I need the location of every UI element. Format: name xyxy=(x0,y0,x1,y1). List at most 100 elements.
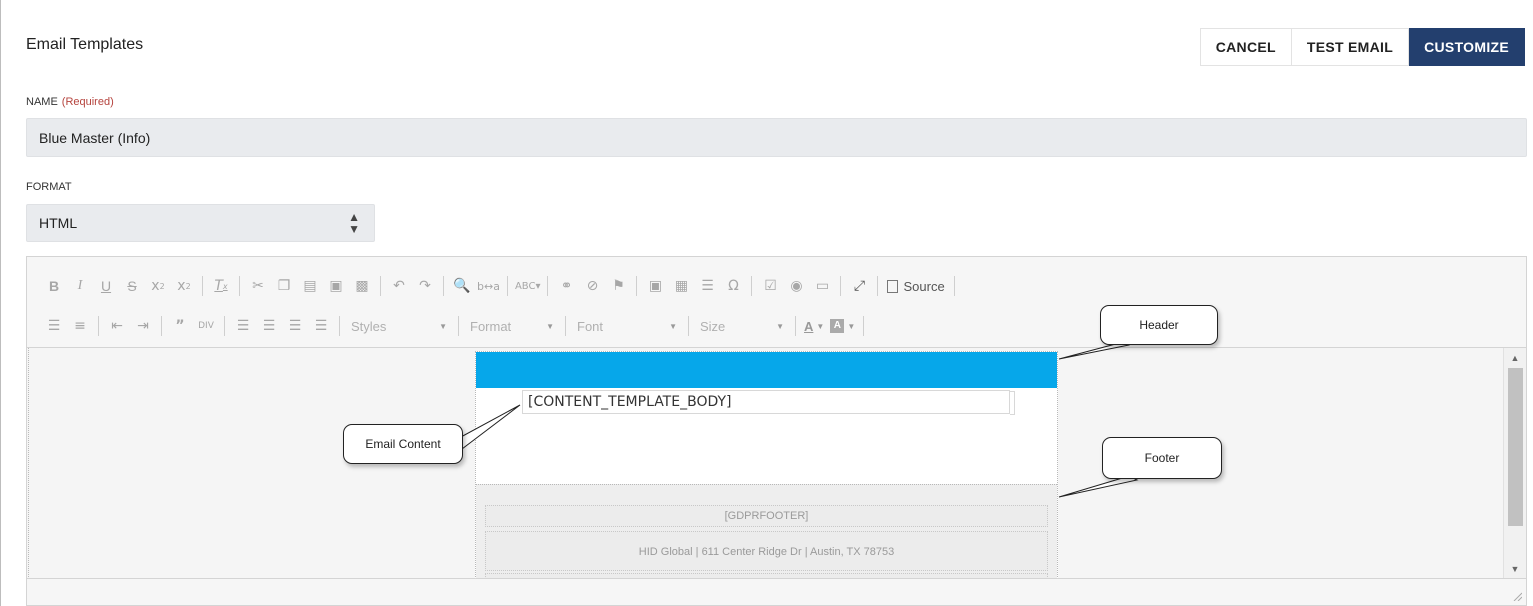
toolbar-separator xyxy=(751,276,753,296)
styles-dropdown[interactable]: Styles ▼ xyxy=(345,315,453,337)
sort-arrows-icon: ▲ ▼ xyxy=(348,210,360,236)
editor-content-area[interactable]: [CONTENT_TEMPLATE_BODY] [GDPRFOOTER] HID… xyxy=(27,347,1526,579)
email-header-bar[interactable] xyxy=(476,352,1057,388)
dropdown-arrow-icon: ▼ xyxy=(776,321,784,331)
format-select[interactable]: HTML ▲ ▼ xyxy=(26,204,375,242)
name-label-text: NAME xyxy=(26,96,58,108)
align-center-icon[interactable]: ☰ xyxy=(258,315,280,337)
font-dropdown[interactable]: Font ▼ xyxy=(571,315,683,337)
paste-icon[interactable]: ▤ xyxy=(299,275,321,297)
background-color-icon: A xyxy=(830,319,845,333)
name-label: NAME (Required) xyxy=(26,96,114,108)
cancel-button[interactable]: CANCEL xyxy=(1199,28,1292,66)
copy-icon[interactable]: ❐ xyxy=(273,275,295,297)
toolbar-separator xyxy=(840,276,842,296)
unlink-icon[interactable]: ⊘ xyxy=(581,275,603,297)
page-title: Email Templates xyxy=(26,36,144,53)
toolbar-separator xyxy=(565,316,566,336)
toolbar-separator xyxy=(224,316,225,336)
scroll-thumb[interactable] xyxy=(1508,368,1523,526)
footer-callout: Footer xyxy=(1102,437,1222,479)
toolbar-separator xyxy=(795,316,796,336)
resize-grip-icon[interactable] xyxy=(1512,591,1522,601)
background-color-button[interactable]: A ▼ xyxy=(830,319,855,333)
bold-icon[interactable]: B xyxy=(43,275,65,297)
maximize-icon[interactable]: ⤢ xyxy=(848,275,870,297)
anchor-icon[interactable]: ⚑ xyxy=(607,275,629,297)
undo-icon[interactable]: ↶ xyxy=(388,275,410,297)
toolbar-separator xyxy=(688,316,689,336)
numbered-list-icon[interactable]: ☰ xyxy=(43,315,65,337)
dropdown-arrow-icon: ▼ xyxy=(847,321,856,331)
toolbar-separator xyxy=(98,316,99,336)
paste-word-icon[interactable]: ▩ xyxy=(351,275,373,297)
name-input-value: Blue Master (Info) xyxy=(39,129,151,146)
required-indicator: (Required) xyxy=(61,96,114,108)
cut-icon[interactable]: ✂ xyxy=(247,275,269,297)
outdent-icon[interactable]: ⇤ xyxy=(106,315,128,337)
dropdown-arrow-icon: ▼ xyxy=(546,321,554,331)
remove-format-icon[interactable]: Tx xyxy=(210,275,232,297)
bulleted-list-icon[interactable]: ≡ xyxy=(69,315,91,337)
styles-dropdown-label: Styles xyxy=(351,318,387,334)
toolbar-separator xyxy=(953,276,955,296)
editor-status-bar xyxy=(27,578,1526,605)
text-color-button[interactable]: A ▼ xyxy=(804,319,824,334)
radio-icon[interactable]: ◉ xyxy=(785,275,807,297)
redo-icon[interactable]: ↷ xyxy=(414,275,436,297)
dropdown-arrow-icon: ▼ xyxy=(816,321,825,331)
format-label: FORMAT xyxy=(26,181,72,193)
editor-toolbar-row-2: ☰ ≡ ⇤ ⇥ ” DIV ☰ ☰ ☰ ☰ Styles ▼ Format ▼ Fo… xyxy=(41,313,869,339)
dropdown-arrow-icon: ▼ xyxy=(669,321,677,331)
source-label: Source xyxy=(903,278,945,294)
special-char-icon[interactable]: Ω xyxy=(722,275,744,297)
strikethrough-icon[interactable]: S xyxy=(121,275,143,297)
size-dropdown-label: Size xyxy=(700,318,726,334)
horizontal-rule-icon[interactable]: ☰ xyxy=(696,275,718,297)
toolbar-separator xyxy=(506,276,508,296)
align-justify-icon[interactable]: ☰ xyxy=(310,315,332,337)
superscript-icon[interactable]: x2 xyxy=(173,275,195,297)
toolbar-separator xyxy=(458,316,459,336)
source-doc-icon xyxy=(887,279,899,293)
toolbar-separator xyxy=(443,276,444,296)
header-actions: CANCEL TEST EMAIL CUSTOMIZE xyxy=(1199,28,1525,66)
format-dropdown[interactable]: Format ▼ xyxy=(464,315,560,337)
format-select-value: HTML xyxy=(39,215,78,231)
underline-icon[interactable]: U xyxy=(95,275,117,297)
link-icon[interactable]: ⚭ xyxy=(555,275,577,297)
toolbar-separator xyxy=(161,316,162,336)
scroll-down-icon[interactable]: ▼ xyxy=(1504,561,1526,577)
email-body-cell[interactable]: [CONTENT_TEMPLATE_BODY] xyxy=(522,390,1015,415)
italic-icon[interactable]: I xyxy=(69,275,91,297)
checkbox-icon[interactable]: ☑ xyxy=(759,275,781,297)
find-icon[interactable]: 🔍 xyxy=(451,275,473,297)
table-icon[interactable]: ▦ xyxy=(670,275,692,297)
align-left-icon[interactable]: ☰ xyxy=(232,315,254,337)
div-container-icon[interactable]: DIV xyxy=(195,315,217,337)
align-right-icon[interactable]: ☰ xyxy=(284,315,306,337)
indent-icon[interactable]: ⇥ xyxy=(132,315,154,337)
scroll-up-icon[interactable]: ▲ xyxy=(1504,350,1526,366)
editor-scrollbar[interactable]: ▲ ▼ xyxy=(1503,348,1526,579)
replace-icon[interactable]: b↔a xyxy=(477,275,500,297)
size-dropdown[interactable]: Size ▼ xyxy=(694,315,790,337)
canvas-edge xyxy=(28,348,29,579)
toolbar-separator xyxy=(339,316,340,336)
toolbar-separator xyxy=(547,276,549,296)
subscript-icon[interactable]: x2 xyxy=(147,275,169,297)
toolbar-separator xyxy=(380,276,381,296)
spellcheck-icon[interactable]: ABC▾ xyxy=(515,275,541,297)
blockquote-icon[interactable]: ” xyxy=(169,315,191,337)
footer-address-cell[interactable]: HID Global | 611 Center Ridge Dr | Austi… xyxy=(485,531,1048,571)
gdpr-footer-cell[interactable]: [GDPRFOOTER] xyxy=(485,505,1048,527)
image-icon[interactable]: ▣ xyxy=(644,275,666,297)
name-input[interactable]: Blue Master (Info) xyxy=(26,118,1527,157)
test-email-button[interactable]: TEST EMAIL xyxy=(1291,28,1410,66)
toolbar-separator xyxy=(239,276,240,296)
text-field-icon[interactable]: ▭ xyxy=(811,275,833,297)
customize-button[interactable]: CUSTOMIZE xyxy=(1409,28,1525,66)
toolbar-separator xyxy=(202,276,203,296)
source-button[interactable]: Source xyxy=(887,278,945,294)
paste-text-icon[interactable]: ▣ xyxy=(325,275,347,297)
